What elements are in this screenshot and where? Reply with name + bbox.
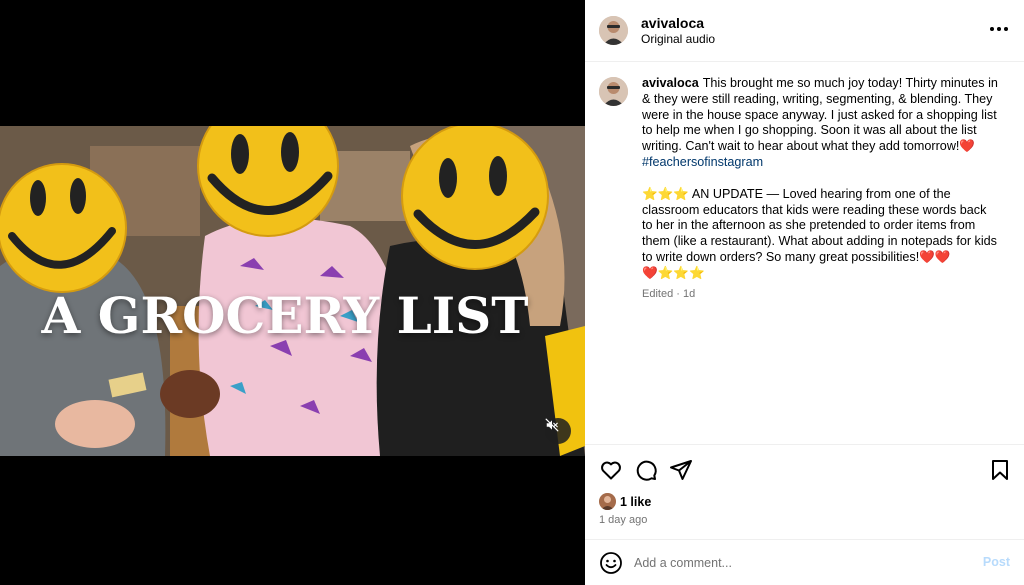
heart-emoji: ❤️ [959,139,976,154]
profile-photo [599,77,628,106]
header-username[interactable]: avivaloca [641,15,704,31]
hashtag-link[interactable]: #feachersofinstagram [642,155,763,169]
hearts-emoji: ❤️❤️ [919,249,951,264]
liker-photo [599,493,616,510]
post-panel: avivaloca Original audio avivaloca This b… [585,0,1024,585]
comment-input[interactable] [634,551,964,575]
avatar[interactable] [599,77,628,106]
star-emoji: ⭐⭐⭐ [657,265,705,280]
profile-photo [599,16,628,45]
video-frame[interactable]: A GROCERY LIST [0,126,585,456]
star-emoji: ⭐⭐⭐ [642,186,690,201]
share-icon[interactable] [669,458,693,482]
avatar[interactable] [599,16,628,45]
post-button[interactable]: Post [983,555,1010,569]
caption: avivaloca This brought me so much joy tod… [642,76,998,282]
comment-icon[interactable] [634,458,658,482]
video-overlay-title: A GROCERY LIST [41,286,529,345]
post-media[interactable]: A GROCERY LIST [0,0,585,585]
caption-username[interactable]: avivaloca [642,76,699,90]
bookmark-icon[interactable] [988,458,1012,482]
more-options-icon[interactable] [990,20,1008,38]
post-header: avivaloca Original audio [585,0,1024,62]
post-timestamp[interactable]: 1 day ago [599,514,647,526]
caption-meta: Edited · 1d [642,288,696,300]
mute-button[interactable] [545,418,571,444]
comment-composer: Post [585,539,1024,585]
action-bar: 1 like 1 day ago [585,444,1024,539]
heart-icon[interactable] [599,458,623,482]
audio-label[interactable]: Original audio [641,32,715,46]
likes-count[interactable]: 1 like [620,495,651,509]
comments-area: avivaloca This brought me so much joy tod… [585,62,1024,444]
liker-avatar[interactable] [599,493,616,510]
heart-emoji: ❤️ [642,265,658,280]
muted-speaker-icon [545,418,559,432]
emoji-icon[interactable] [599,551,623,575]
